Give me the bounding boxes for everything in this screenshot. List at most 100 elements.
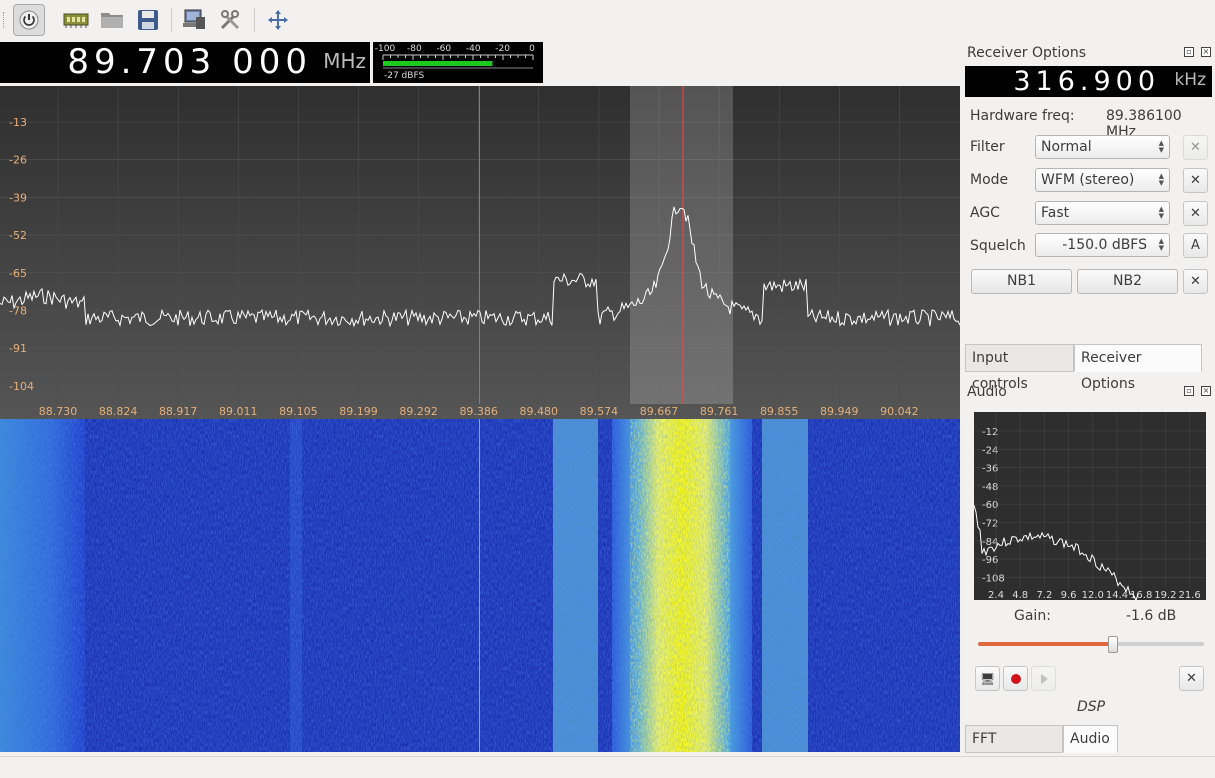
gain-slider[interactable] xyxy=(978,636,1204,653)
filter-select-value: Normal xyxy=(1041,139,1092,155)
mode-select[interactable]: WFM (stereo) ▲ ▼ xyxy=(1035,168,1170,192)
audio-x-tick-label: 2.4 xyxy=(988,590,1004,600)
nb2-button[interactable]: NB2 xyxy=(1077,269,1178,294)
x-tick-label: 88.917 xyxy=(159,405,198,418)
folder-icon[interactable] xyxy=(96,4,128,36)
meter-tick-label: -40 xyxy=(466,44,481,54)
filter-offset-value[interactable]: 316.900 xyxy=(1013,66,1160,97)
squelch-auto-button[interactable]: A xyxy=(1183,233,1208,258)
updown-arrows-icon: ▲ ▼ xyxy=(1158,139,1164,154)
spectrum-plot[interactable]: -13 -26 -39 -52 -65 -78 -91 -104 88.730 88.824 88.… xyxy=(0,86,961,419)
agc-select[interactable]: Fast ▲ ▼ xyxy=(1035,201,1170,225)
dock-close-icon[interactable]: × xyxy=(1201,47,1211,57)
meter-tick-label: -80 xyxy=(407,44,422,54)
y-tick-label: -13 xyxy=(9,116,27,129)
x-tick-label: 89.199 xyxy=(339,405,378,418)
signal-meter: -100 -80 -60 -40 -20 0 -27 dBFS xyxy=(373,42,543,83)
meter-level-text: -27 dBFS xyxy=(384,71,425,81)
y-tick-label: -39 xyxy=(9,191,27,204)
audio-x-tick-label: 21.6 xyxy=(1178,590,1200,600)
frequency-unit: MHz xyxy=(323,49,366,73)
toolbar-grip[interactable] xyxy=(3,12,6,28)
dock-float-icon[interactable]: ▫ xyxy=(1184,47,1194,57)
updown-arrows-icon: ▲ ▼ xyxy=(1158,205,1164,220)
y-tick-label: -91 xyxy=(9,342,27,355)
squelch-spinbox[interactable]: -150.0 dBFS ▲ ▼ xyxy=(1035,233,1170,257)
meter-level-bar xyxy=(383,61,493,66)
save-icon[interactable] xyxy=(132,4,164,36)
play-icon xyxy=(1040,673,1048,684)
dock-float-icon[interactable]: ▫ xyxy=(1184,386,1194,396)
x-tick-label: 89.855 xyxy=(760,405,799,418)
main-toolbar xyxy=(0,0,1215,40)
audio-x-tick-label: 19.2 xyxy=(1154,590,1176,600)
x-tick-label: 89.574 xyxy=(580,405,619,418)
tools-icon[interactable] xyxy=(214,4,246,36)
record-button[interactable] xyxy=(1003,666,1028,691)
y-tick-label: -26 xyxy=(9,154,27,167)
audio-x-tick-label: 12.0 xyxy=(1082,590,1104,600)
wrench-icon: ✕ xyxy=(1190,274,1201,289)
gain-slider-handle[interactable] xyxy=(1107,636,1118,653)
x-tick-label: 89.292 xyxy=(399,405,438,418)
agc-select-value: Fast xyxy=(1041,205,1070,221)
filter-offset-display[interactable]: 316.900 kHz xyxy=(965,66,1212,97)
dock-close-icon[interactable]: × xyxy=(1201,386,1211,396)
audio-x-tick-label: 4.8 xyxy=(1012,590,1028,600)
tab-audio[interactable]: Audio xyxy=(1063,725,1118,753)
wrench-icon: ✕ xyxy=(1186,671,1197,686)
x-tick-label: 89.105 xyxy=(279,405,318,418)
udp-stream-button[interactable]: 🖥 xyxy=(975,666,1000,691)
audio-y-tick-label: -108 xyxy=(982,573,1005,584)
hardware-freq-label: Hardware freq: xyxy=(970,108,1075,124)
frequency-display[interactable]: 89.703 000 MHz xyxy=(0,42,370,83)
y-tick-label: -104 xyxy=(9,380,34,393)
meter-tick-label: -20 xyxy=(495,44,510,54)
squelch-value: -150.0 dBFS xyxy=(1062,237,1147,253)
dsp-label: DSP xyxy=(1077,699,1106,715)
frequency-value[interactable]: 89.703 000 xyxy=(67,42,312,83)
squelch-label: Squelch xyxy=(970,238,1026,254)
mode-options-button[interactable]: ✕ xyxy=(1183,168,1208,193)
x-tick-label: 89.480 xyxy=(520,405,559,418)
fullscreen-icon[interactable] xyxy=(262,4,294,36)
wrench-icon: ✕ xyxy=(1190,173,1201,188)
power-icon[interactable] xyxy=(13,4,45,36)
gain-value: -1.6 dB xyxy=(1126,608,1177,624)
audio-x-tick-label: 9.6 xyxy=(1061,590,1077,600)
filter-select[interactable]: Normal ▲ ▼ xyxy=(1035,135,1170,159)
nb1-button[interactable]: NB1 xyxy=(971,269,1072,294)
agc-label: AGC xyxy=(970,205,1000,221)
tab-receiver-options[interactable]: Receiver Options xyxy=(1074,344,1202,392)
tab-fft-settings[interactable]: FFT Settings xyxy=(965,725,1063,773)
remote-control-icon[interactable] xyxy=(178,4,210,36)
x-tick-label: 89.761 xyxy=(700,405,739,418)
mode-select-value: WFM (stereo) xyxy=(1041,172,1135,188)
filter-options-button[interactable]: ✕ xyxy=(1183,135,1208,160)
status-bar xyxy=(0,756,1215,776)
audio-spectrum-trace xyxy=(973,505,1139,603)
x-tick-label: 88.824 xyxy=(99,405,138,418)
waterfall-display[interactable] xyxy=(0,419,960,752)
filter-label: Filter xyxy=(970,139,1005,155)
x-tick-label: 89.949 xyxy=(820,405,859,418)
play-button[interactable] xyxy=(1031,666,1056,691)
receiver-options-title: Receiver Options xyxy=(967,45,1087,61)
updown-arrows-icon: ▲ ▼ xyxy=(1158,237,1164,252)
device-icon[interactable] xyxy=(60,4,92,36)
noise-blanker-options-button[interactable]: ✕ xyxy=(1183,269,1208,294)
toolbar-separator xyxy=(254,8,255,32)
mode-label: Mode xyxy=(970,172,1009,188)
agc-options-button[interactable]: ✕ xyxy=(1183,201,1208,226)
meter-tick-label: 0 xyxy=(529,44,535,54)
gain-slider-fill xyxy=(978,642,1111,646)
y-tick-label: -52 xyxy=(9,229,27,242)
x-tick-label: 89.011 xyxy=(219,405,258,418)
tab-input-controls[interactable]: Input controls xyxy=(965,344,1074,392)
network-icon: 🖥 xyxy=(979,671,996,686)
x-tick-label: 89.667 xyxy=(640,405,679,418)
meter-tick-label: -100 xyxy=(375,44,396,54)
audio-options-button[interactable]: ✕ xyxy=(1179,666,1204,691)
gain-label: Gain: xyxy=(1014,608,1051,624)
audio-fft-plot[interactable]: -12 -24 -36 -48 -60 -72 -84 -96 -108 2.4 4.8 7.2 9.6… xyxy=(973,412,1206,603)
